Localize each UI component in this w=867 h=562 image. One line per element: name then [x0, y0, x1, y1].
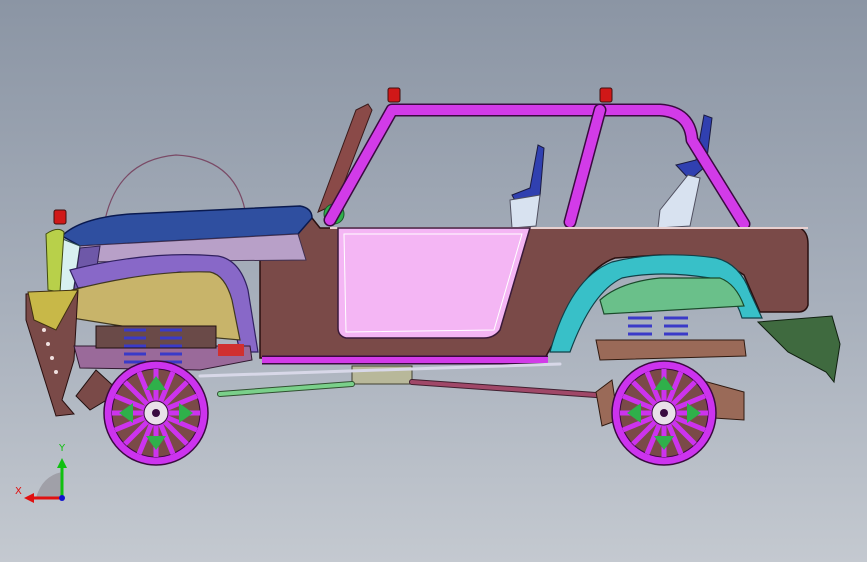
- rear-mud-flap: [756, 315, 841, 384]
- front-wheel: [103, 360, 209, 466]
- roof-light-rear: [599, 87, 613, 103]
- triad-z-axis: [59, 495, 65, 501]
- triad-plane: [36, 472, 62, 498]
- cad-viewport[interactable]: Y X: [0, 0, 867, 562]
- bumper-light: [53, 209, 67, 225]
- roof-light-front: [387, 87, 401, 103]
- door-panel: [337, 227, 532, 339]
- rear-fender: [599, 277, 745, 315]
- coordinate-triad[interactable]: [24, 458, 67, 503]
- front-seat: [509, 144, 545, 229]
- triad-y-label: Y: [59, 443, 66, 454]
- triad-x-label: X: [15, 486, 22, 497]
- vehicle-model[interactable]: [0, 0, 867, 562]
- rear-wheel: [611, 360, 717, 466]
